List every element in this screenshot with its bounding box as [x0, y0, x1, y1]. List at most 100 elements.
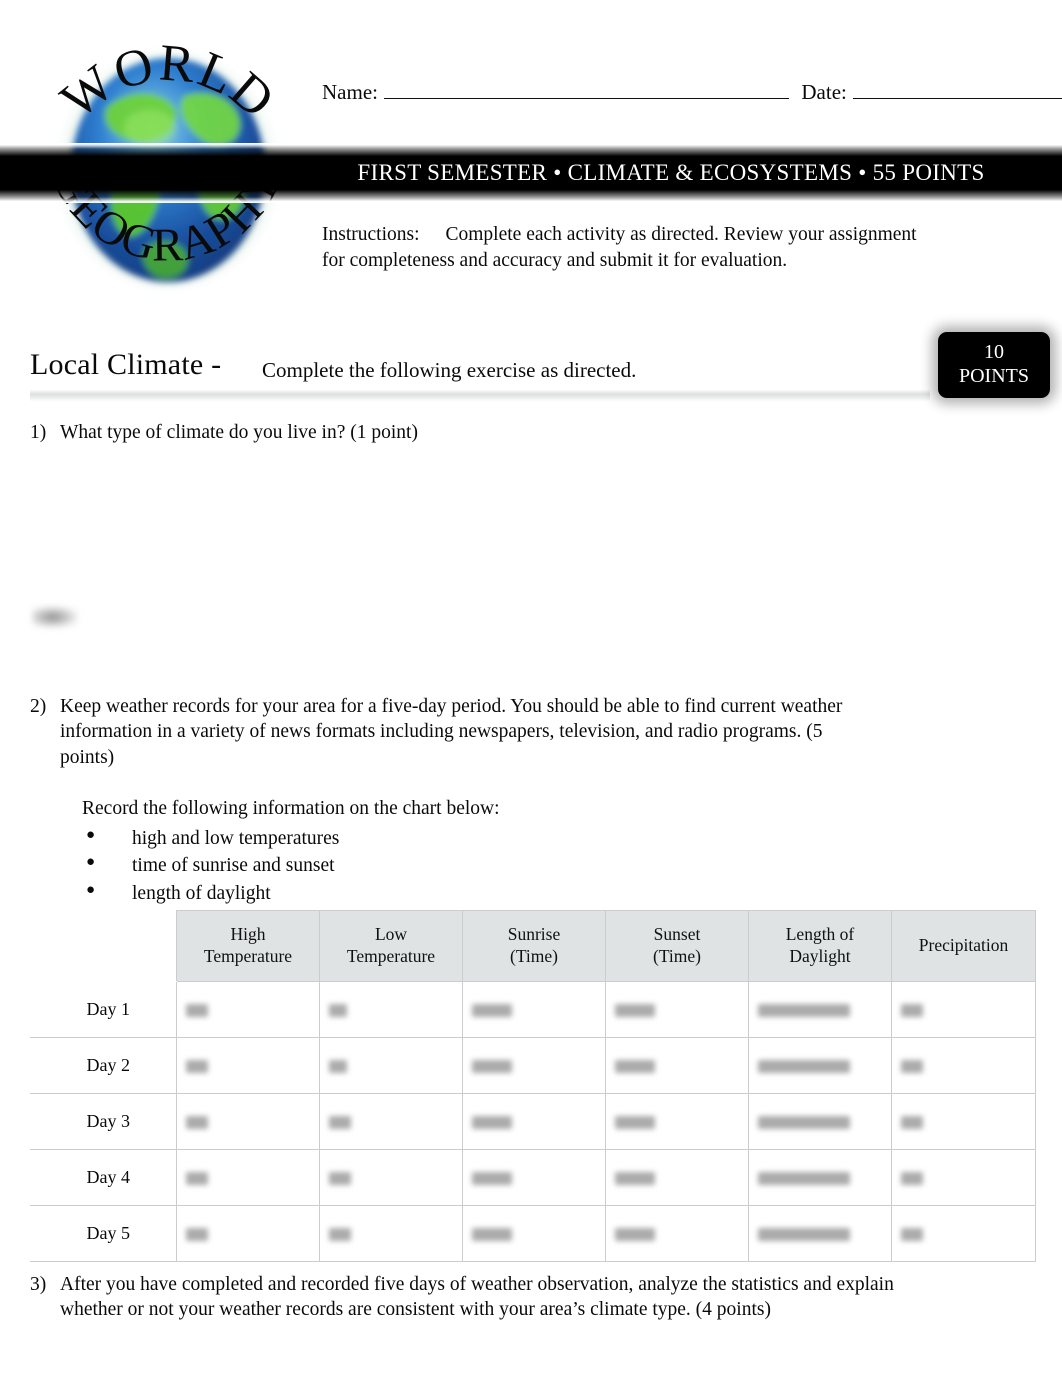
cell-day3-high-temperature[interactable] [176, 1093, 320, 1150]
record-intro: Record the following information on the … [82, 798, 500, 820]
table-row: Day 5 [30, 1205, 1036, 1262]
header-line-2: Temperature [203, 946, 293, 966]
redacted-value [329, 1116, 351, 1130]
redacted-value [186, 1228, 208, 1242]
worksheet-header: WORLD GEOGRAPHY WORLD GEOGRAPHY Name: Da… [0, 0, 1062, 330]
cell-day5-low-temperature[interactable] [319, 1205, 463, 1262]
points-label: POINTS [958, 365, 1029, 387]
question-2-text: Keep weather records for your area for a… [60, 696, 843, 768]
column-header-sunset: Sunset (Time) [605, 910, 749, 982]
cell-day2-high-temperature[interactable] [176, 1037, 320, 1094]
redacted-value [758, 1060, 850, 1074]
name-label: Name: [322, 80, 378, 104]
cell-day2-length-of-daylight[interactable] [748, 1037, 892, 1094]
cell-day4-sunset[interactable] [605, 1149, 749, 1206]
redacted-value [186, 1116, 208, 1130]
bullet-label: high and low temperatures [132, 827, 340, 849]
table-row: Day 4 [30, 1149, 1036, 1206]
cell-day5-precipitation[interactable] [891, 1205, 1036, 1262]
cell-day1-high-temperature[interactable] [176, 981, 320, 1038]
table-row: Day 2 [30, 1037, 1036, 1094]
question-1: 1) What type of climate do you live in? … [30, 420, 870, 445]
row-label-day-4: Day 4 [30, 1149, 177, 1206]
redacted-value [186, 1060, 208, 1074]
redacted-value [329, 1060, 347, 1074]
question-1-number: 1) [30, 422, 47, 443]
redacted-value [615, 1228, 655, 1242]
cell-day2-sunset[interactable] [605, 1037, 749, 1094]
instructions-label: Instructions: [322, 224, 420, 245]
redacted-value [329, 1172, 351, 1186]
cell-day1-precipitation[interactable] [891, 981, 1036, 1038]
record-instructions: Record the following information on the … [82, 796, 860, 907]
cell-day3-low-temperature[interactable] [319, 1093, 463, 1150]
section-divider [30, 390, 930, 401]
cell-day3-sunrise[interactable] [462, 1093, 606, 1150]
points-value: 10 [984, 341, 1004, 364]
row-label-day-2: Day 2 [30, 1037, 177, 1094]
cell-day5-sunrise[interactable] [462, 1205, 606, 1262]
points-badge: 10 POINTS [938, 332, 1050, 398]
row-label-day-5: Day 5 [30, 1205, 177, 1262]
redacted-value [901, 1060, 923, 1074]
cell-day1-low-temperature[interactable] [319, 981, 463, 1038]
redacted-value [901, 1172, 923, 1186]
cell-day4-length-of-daylight[interactable] [748, 1149, 892, 1206]
list-item: ● time of sunrise and sunset [82, 852, 860, 879]
cell-day3-length-of-daylight[interactable] [748, 1093, 892, 1150]
redacted-value [758, 1116, 850, 1130]
redacted-value [329, 1004, 347, 1018]
redacted-value [472, 1116, 512, 1130]
redacted-value [901, 1004, 923, 1018]
table-row: Day 3 [30, 1093, 1036, 1150]
name-input-line[interactable] [383, 97, 789, 99]
header-line-1: Sunset [653, 924, 701, 945]
cell-day5-sunset[interactable] [605, 1205, 749, 1262]
row-label-day-3: Day 3 [30, 1093, 177, 1150]
semester-banner-text: FIRST SEMESTER • CLIMATE & ECOSYSTEMS • … [357, 160, 985, 185]
redacted-value [758, 1172, 850, 1186]
question-1-text: What type of climate do you live in? (1 … [60, 422, 418, 443]
header-line-1: Length of [785, 924, 855, 945]
cell-day2-low-temperature[interactable] [319, 1037, 463, 1094]
redacted-value [472, 1004, 512, 1018]
cell-day3-sunset[interactable] [605, 1093, 749, 1150]
name-date-row: Name: Date: [322, 80, 1062, 105]
cell-day1-sunrise[interactable] [462, 981, 606, 1038]
header-line-1: Precipitation [918, 935, 1009, 956]
question-1-answer-redacted [32, 606, 78, 628]
column-header-sunrise: Sunrise (Time) [462, 910, 606, 982]
cell-day2-precipitation[interactable] [891, 1037, 1036, 1094]
cell-day4-low-temperature[interactable] [319, 1149, 463, 1206]
cell-day3-precipitation[interactable] [891, 1093, 1036, 1150]
date-label: Date: [801, 80, 847, 104]
redacted-value [472, 1228, 512, 1242]
cell-day1-sunset[interactable] [605, 981, 749, 1038]
cell-day5-length-of-daylight[interactable] [748, 1205, 892, 1262]
redacted-value [472, 1060, 512, 1074]
question-2: 2) Keep weather records for your area fo… [30, 694, 860, 907]
logo-top-label: WORLD [32, 322, 33, 323]
redacted-value [472, 1172, 512, 1186]
cell-day5-high-temperature[interactable] [176, 1205, 320, 1262]
row-label-day-1: Day 1 [30, 981, 177, 1038]
table-row: Day 1 [30, 981, 1036, 1038]
redacted-value [901, 1228, 923, 1242]
redacted-value [615, 1172, 655, 1186]
cell-day4-sunrise[interactable] [462, 1149, 606, 1206]
section-title: Local Climate - [30, 348, 222, 381]
logo-bottom-label: GEOGRAPHY [32, 322, 33, 323]
cell-day1-length-of-daylight[interactable] [748, 981, 892, 1038]
cell-day2-sunrise[interactable] [462, 1037, 606, 1094]
column-header-length-of-daylight: Length of Daylight [748, 910, 892, 982]
date-input-line[interactable] [852, 97, 1062, 99]
bullet-label: time of sunrise and sunset [132, 855, 335, 877]
cell-day4-precipitation[interactable] [891, 1149, 1036, 1206]
column-header-precipitation: Precipitation [891, 910, 1036, 982]
redacted-value [615, 1116, 655, 1130]
header-line-1: High [230, 924, 266, 945]
column-header-high-temperature: High Temperature [176, 910, 320, 982]
cell-day4-high-temperature[interactable] [176, 1149, 320, 1206]
header-line-2: Temperature [346, 946, 436, 966]
section-header: Local Climate - Complete the following e… [0, 332, 1062, 416]
